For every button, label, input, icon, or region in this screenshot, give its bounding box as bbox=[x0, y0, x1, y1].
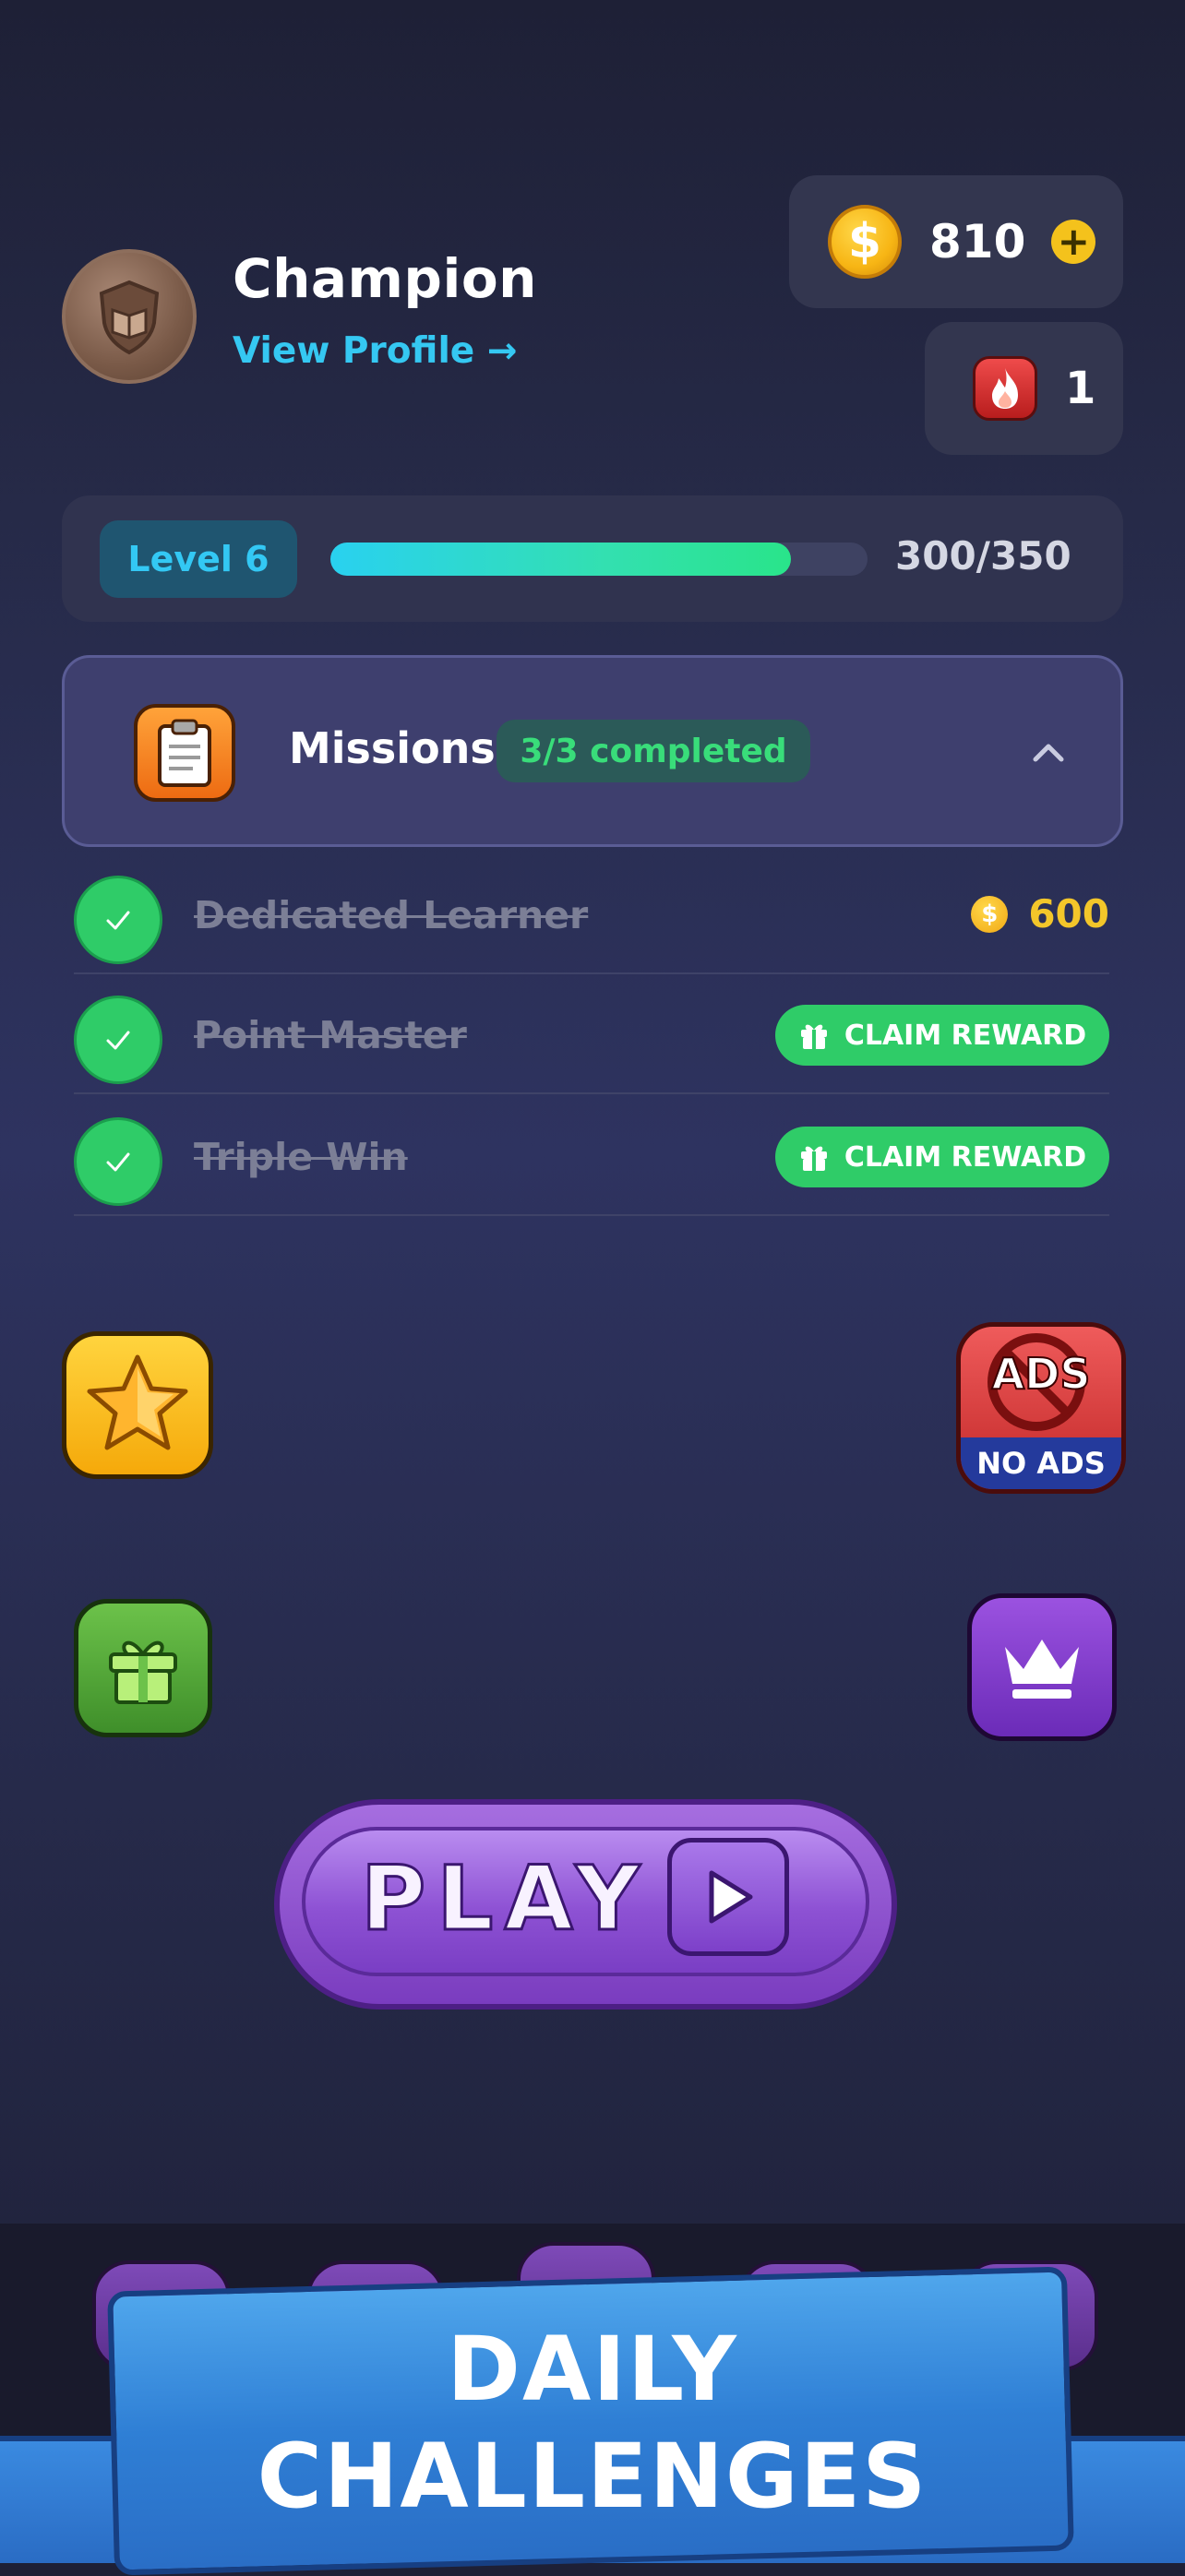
play-label: PLAY bbox=[359, 1846, 652, 1952]
chevron-up-icon[interactable] bbox=[1030, 733, 1067, 770]
gift-icon bbox=[800, 1146, 827, 1171]
ads-text: ADS bbox=[991, 1348, 1092, 1400]
star-icon bbox=[87, 1354, 188, 1450]
mission-row: Point Master CLAIM REWARD bbox=[74, 974, 1109, 1094]
xp-progress-fill bbox=[330, 543, 791, 576]
check-icon bbox=[74, 1117, 162, 1206]
shield-book-icon bbox=[99, 280, 160, 355]
xp-text: 300/350 bbox=[895, 533, 1071, 578]
banner-title-line2: CHALLENGES bbox=[257, 2425, 928, 2528]
play-button[interactable]: PLAY bbox=[274, 1799, 897, 2010]
mission-row: Dedicated Learner $ 600 bbox=[74, 854, 1109, 974]
player-name: Champion bbox=[233, 247, 537, 310]
streak-count: 1 bbox=[1065, 363, 1096, 414]
banner-title-line1: DAILY bbox=[447, 2318, 738, 2421]
premium-crown-button[interactable] bbox=[967, 1593, 1117, 1741]
claim-reward-label: CLAIM REWARD bbox=[844, 1019, 1087, 1052]
level-badge: Level 6 bbox=[100, 520, 297, 598]
mission-name: Triple Win bbox=[194, 1135, 408, 1179]
gift-icon bbox=[800, 1024, 827, 1049]
gift-button[interactable] bbox=[74, 1599, 212, 1737]
missions-title: Missions bbox=[289, 723, 496, 773]
xp-progress-bar bbox=[330, 543, 868, 576]
add-coins-icon[interactable]: + bbox=[1051, 220, 1096, 264]
reward-amount: 600 bbox=[1028, 891, 1109, 936]
missions-status-badge: 3/3 completed bbox=[497, 720, 810, 782]
fire-icon bbox=[973, 356, 1037, 421]
crown-icon bbox=[1005, 1640, 1079, 1699]
check-icon bbox=[74, 876, 162, 964]
play-icon bbox=[667, 1838, 789, 1956]
mission-name: Dedicated Learner bbox=[194, 893, 589, 937]
claim-reward-button[interactable]: CLAIM REWARD bbox=[775, 1005, 1109, 1066]
claim-reward-button[interactable]: CLAIM REWARD bbox=[775, 1127, 1109, 1187]
mission-coin-reward: $ 600 bbox=[971, 891, 1109, 936]
clipboard-icon bbox=[134, 704, 235, 802]
claim-reward-label: CLAIM REWARD bbox=[844, 1140, 1087, 1174]
check-icon bbox=[74, 996, 162, 1084]
mission-name: Point Master bbox=[194, 1013, 467, 1057]
mission-row: Triple Win CLAIM REWARD bbox=[74, 1096, 1109, 1216]
coin-count: 810 bbox=[929, 215, 1026, 268]
streak-counter[interactable]: 1 bbox=[925, 322, 1123, 455]
daily-challenges-banner[interactable] bbox=[107, 2266, 1074, 2576]
no-ads-button[interactable]: ADS NO ADS bbox=[956, 1322, 1126, 1494]
coin-balance[interactable]: $ 810 + bbox=[789, 175, 1123, 308]
no-ads-label: NO ADS bbox=[961, 1437, 1121, 1489]
coin-icon: $ bbox=[828, 205, 902, 279]
avatar[interactable] bbox=[62, 249, 197, 384]
rate-star-button[interactable] bbox=[62, 1331, 213, 1479]
coin-icon: $ bbox=[971, 895, 1009, 933]
view-profile-link[interactable]: View Profile → bbox=[233, 330, 518, 372]
gift-icon bbox=[109, 1640, 177, 1704]
